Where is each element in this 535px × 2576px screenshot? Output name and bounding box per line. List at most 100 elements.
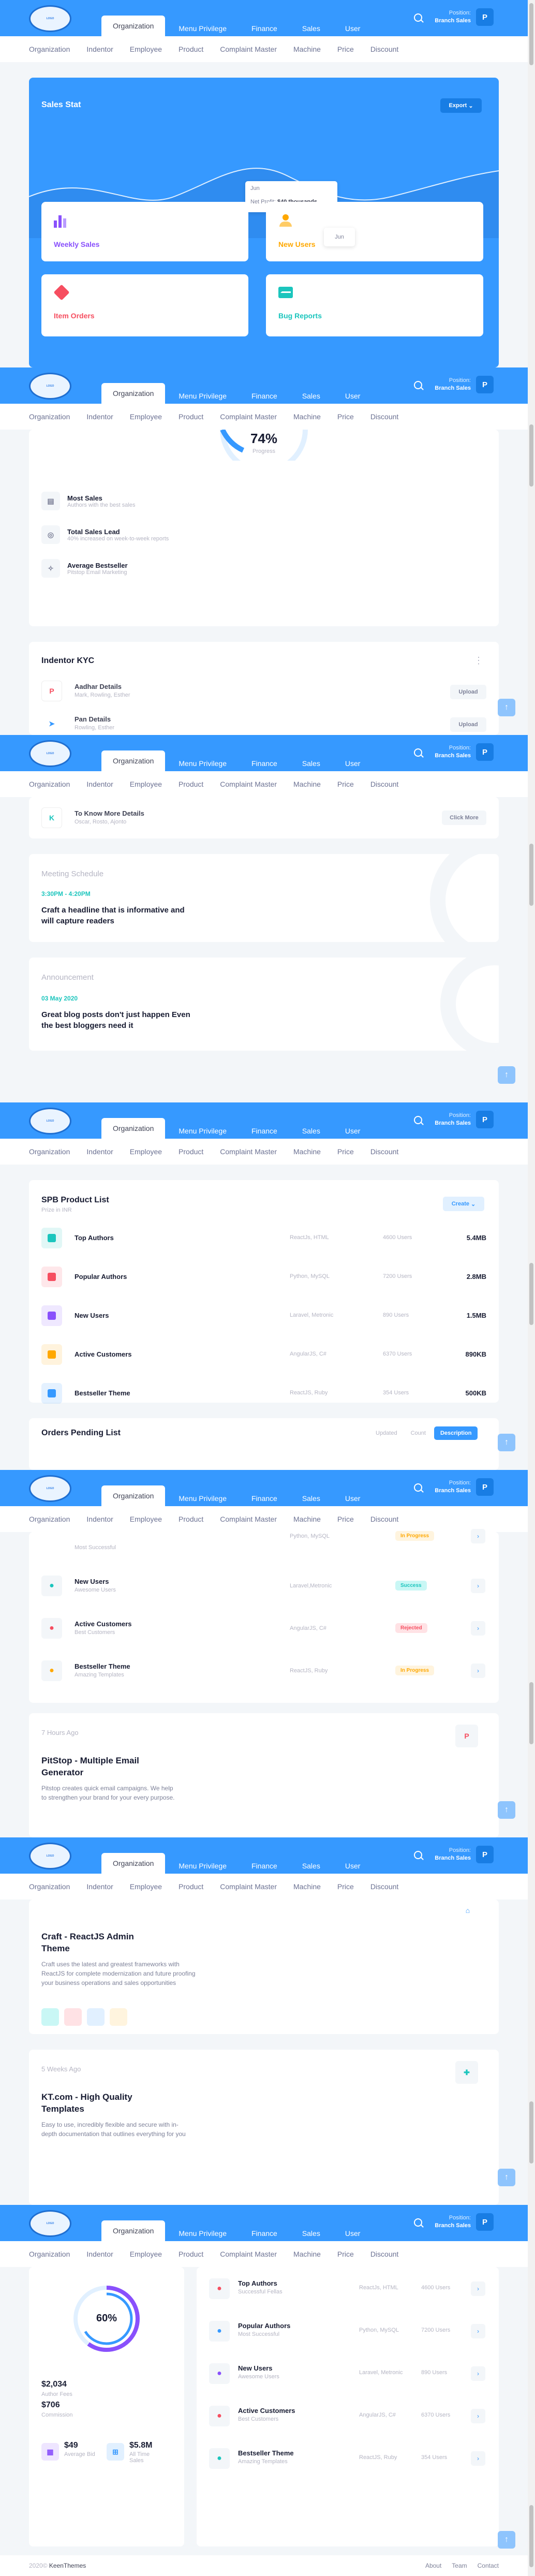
arrow-up-icon[interactable]: ↑ [498, 1434, 515, 1451]
create-button[interactable]: Create ⌄ [443, 1197, 484, 1211]
scrollbar-thumb[interactable] [529, 424, 533, 487]
tab-user[interactable]: User [334, 1123, 372, 1139]
logo[interactable]: LOGO [29, 1843, 71, 1870]
subnav-discount[interactable]: Discount [370, 1882, 398, 1891]
subnav-indentor[interactable]: Indentor [86, 1515, 113, 1523]
subnav-machine[interactable]: Machine [293, 1882, 321, 1891]
subnav-organization[interactable]: Organization [29, 1147, 70, 1156]
subnav-discount[interactable]: Discount [370, 780, 398, 788]
order-name[interactable]: Active Customers [75, 1620, 132, 1628]
tile-item-orders[interactable]: Item Orders [41, 274, 248, 336]
subnav-product[interactable]: Product [179, 413, 203, 421]
search-icon[interactable] [414, 2218, 422, 2227]
avatar[interactable]: P [476, 376, 494, 393]
tab-sales[interactable]: Sales [291, 1491, 332, 1506]
arrow-up-icon[interactable]: ↑ [498, 1801, 515, 1819]
subnav-indentor[interactable]: Indentor [86, 2250, 113, 2258]
logo[interactable]: LOGO [29, 1475, 71, 1502]
tab-menu-privilege[interactable]: Menu Privilege [167, 21, 238, 36]
scrollbar[interactable] [528, 367, 535, 735]
scrollbar[interactable] [528, 735, 535, 1102]
subnav-employee[interactable]: Employee [130, 45, 162, 53]
subnav-machine[interactable]: Machine [293, 1147, 321, 1156]
subnav-indentor[interactable]: Indentor [86, 45, 113, 53]
tab-user[interactable]: User [334, 1858, 372, 1874]
subnav-price[interactable]: Price [337, 2250, 354, 2258]
arrow-right-icon[interactable]: › [471, 1621, 485, 1636]
subnav-machine[interactable]: Machine [293, 2250, 321, 2258]
subnav-price[interactable]: Price [337, 1515, 354, 1523]
arrow-right-icon[interactable]: › [471, 2324, 485, 2338]
tab-user[interactable]: User [334, 756, 372, 771]
logo[interactable]: LOGO [29, 1108, 71, 1135]
subnav-product[interactable]: Product [179, 1515, 203, 1523]
subnav-product[interactable]: Product [179, 1147, 203, 1156]
avatar[interactable] [87, 2008, 105, 2026]
tab-user[interactable]: User [334, 21, 372, 36]
subnav-organization[interactable]: Organization [29, 2250, 70, 2258]
tab-sales[interactable]: Sales [291, 2226, 332, 2241]
logo[interactable]: LOGO [29, 373, 71, 400]
scrollbar[interactable] [528, 1470, 535, 1837]
arrow-right-icon[interactable]: › [471, 2409, 485, 2423]
arrow-up-icon[interactable]: ↑ [498, 1066, 515, 1084]
tab-organization[interactable]: Organization [101, 383, 166, 404]
subnav-discount[interactable]: Discount [370, 413, 398, 421]
scrollbar-thumb[interactable] [529, 844, 533, 906]
tab-updated[interactable]: Updated [370, 1426, 403, 1440]
subnav-organization[interactable]: Organization [29, 45, 70, 53]
product-name[interactable]: Active Customers [75, 1350, 132, 1358]
scrollbar-thumb[interactable] [529, 3, 533, 65]
subnav-indentor[interactable]: Indentor [86, 413, 113, 421]
tile-new-users[interactable]: New Users [266, 202, 483, 261]
search-icon[interactable] [414, 13, 422, 22]
tab-description[interactable]: Description [434, 1426, 478, 1440]
logo[interactable]: LOGO [29, 740, 71, 767]
subnav-organization[interactable]: Organization [29, 780, 70, 788]
subnav-machine[interactable]: Machine [293, 45, 321, 53]
avatar[interactable]: P [476, 2213, 494, 2231]
avatar[interactable]: P [476, 8, 494, 26]
arrow-right-icon[interactable]: › [471, 2281, 485, 2296]
avatar[interactable] [64, 2008, 82, 2026]
tab-organization[interactable]: Organization [101, 1853, 166, 1874]
subnav-complaint-master[interactable]: Complaint Master [220, 2250, 277, 2258]
subnav-price[interactable]: Price [337, 780, 354, 788]
subnav-product[interactable]: Product [179, 1882, 203, 1891]
subnav-indentor[interactable]: Indentor [86, 1147, 113, 1156]
tab-sales[interactable]: Sales [291, 1123, 332, 1139]
subnav-employee[interactable]: Employee [130, 1882, 162, 1891]
subnav-complaint-master[interactable]: Complaint Master [220, 1515, 277, 1523]
tab-user[interactable]: User [334, 388, 372, 404]
author-name[interactable]: New Users [238, 2364, 272, 2372]
subnav-machine[interactable]: Machine [293, 1515, 321, 1523]
scrollbar-thumb[interactable] [529, 2505, 533, 2567]
author-name[interactable]: Top Authors [238, 2279, 277, 2287]
author-name[interactable]: Bestseller Theme [238, 2449, 294, 2457]
tab-user[interactable]: User [334, 1491, 372, 1506]
subnav-price[interactable]: Price [337, 1147, 354, 1156]
tab-finance[interactable]: Finance [240, 21, 289, 36]
tab-menu-privilege[interactable]: Menu Privilege [167, 1491, 238, 1506]
subnav-employee[interactable]: Employee [130, 2250, 162, 2258]
arrow-right-icon[interactable]: › [471, 2366, 485, 2381]
tile-weekly-sales[interactable]: Weekly Sales [41, 202, 248, 261]
tab-user[interactable]: User [334, 2226, 372, 2241]
subnav-complaint-master[interactable]: Complaint Master [220, 1882, 277, 1891]
avatar[interactable]: P [476, 1478, 494, 1496]
scrollbar-thumb[interactable] [529, 2101, 533, 2163]
tab-menu-privilege[interactable]: Menu Privilege [167, 756, 238, 771]
product-name[interactable]: Popular Authors [75, 1273, 127, 1280]
order-name[interactable]: New Users [75, 1578, 109, 1585]
tab-finance[interactable]: Finance [240, 1491, 289, 1506]
subnav-machine[interactable]: Machine [293, 780, 321, 788]
arrow-right-icon[interactable]: › [471, 1579, 485, 1593]
order-name[interactable]: Bestseller Theme [75, 1662, 130, 1670]
search-icon[interactable] [414, 381, 422, 389]
subnav-price[interactable]: Price [337, 413, 354, 421]
search-icon[interactable] [414, 748, 422, 757]
arrow-right-icon[interactable]: › [471, 2451, 485, 2466]
subnav-complaint-master[interactable]: Complaint Master [220, 413, 277, 421]
subnav-product[interactable]: Product [179, 45, 203, 53]
subnav-indentor[interactable]: Indentor [86, 1882, 113, 1891]
